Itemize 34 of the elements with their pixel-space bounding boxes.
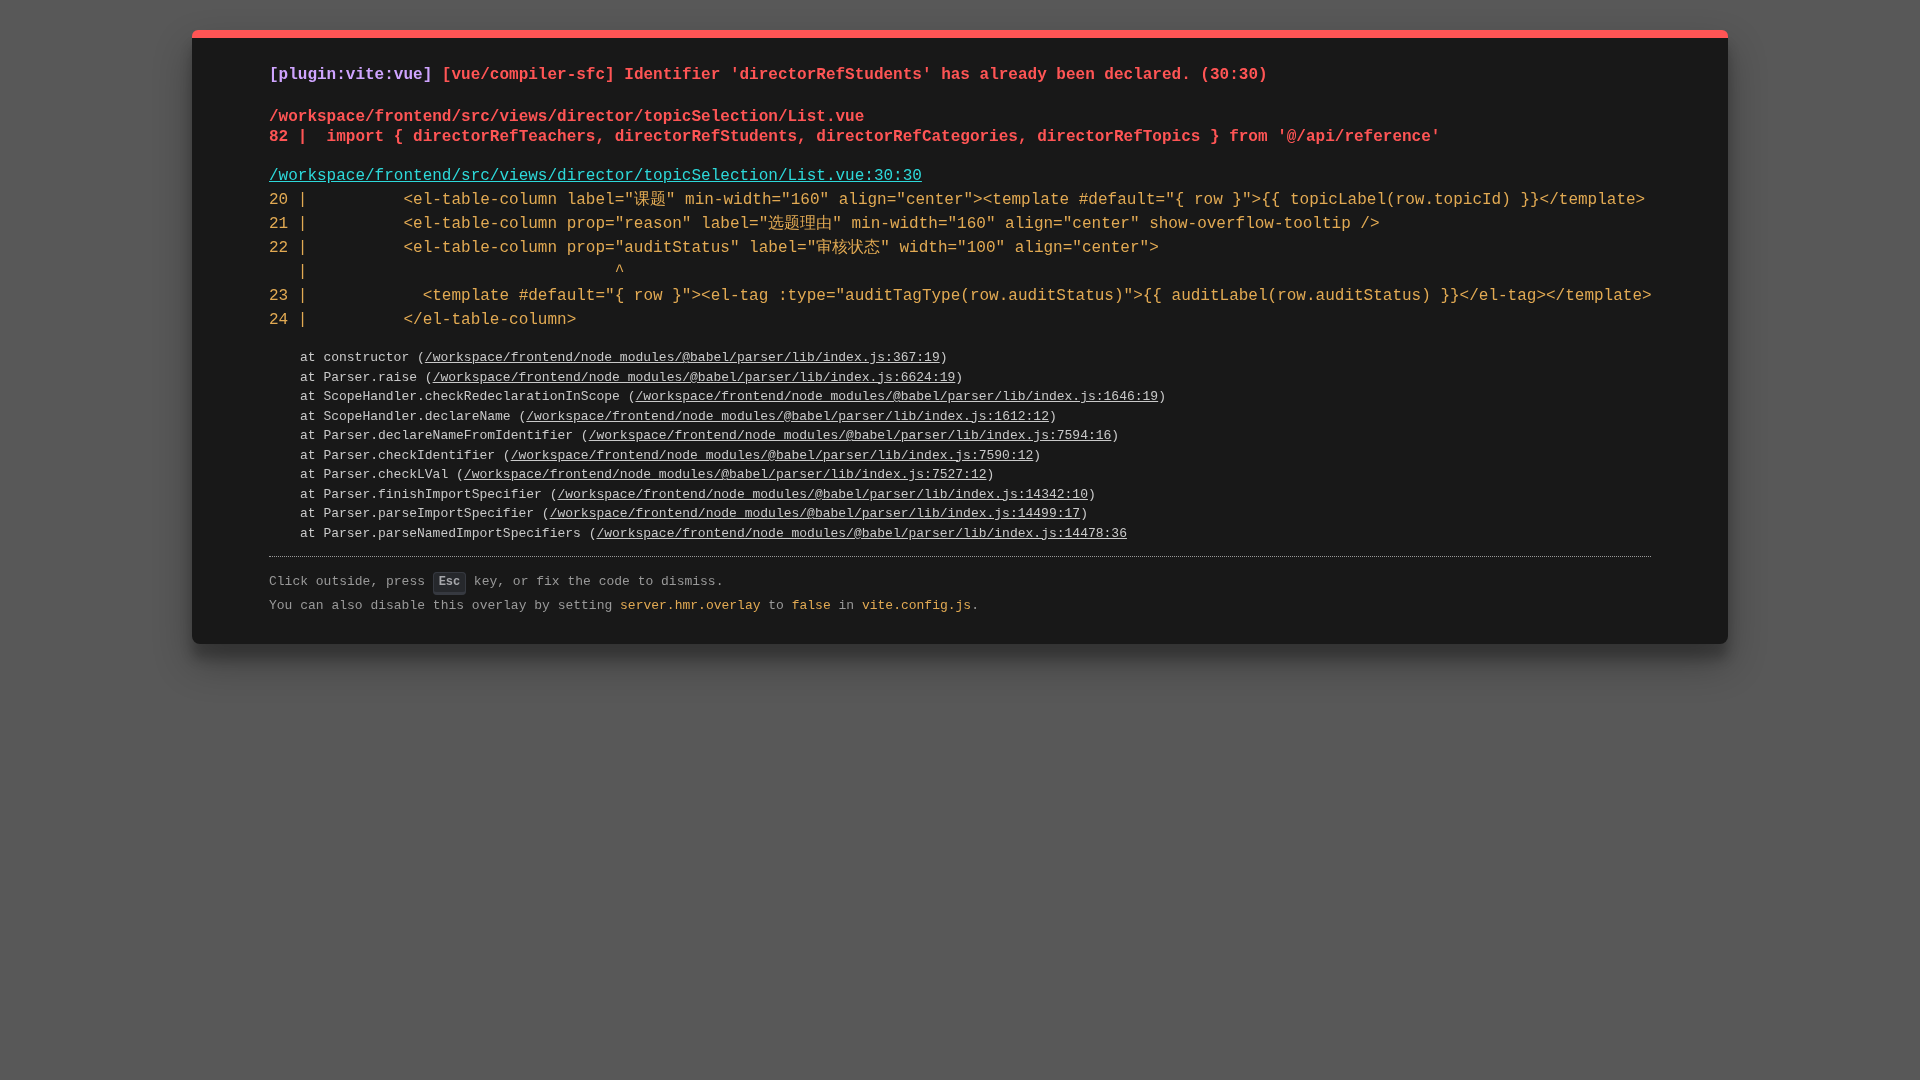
stack-link[interactable]: /workspace/frontend/node_modules/@babel/parser/lib/index.js:14478:36	[596, 525, 1127, 541]
code-line: 23 | <template #default="{ row }"><el-tag :type="auditTagType(row.auditStatus)">{{ auditLabel(row.auditStatus) }}</el-tag></template>	[269, 286, 1652, 308]
code-line: | ^	[296, 262, 625, 284]
code-line: 22 | <el-table-column prop="auditStatus" label="审核状态" width="100" align="center">	[269, 237, 1159, 260]
code-line: 24 | </el-table-column>	[269, 310, 577, 332]
stack-link[interactable]: /workspace/frontend/node_modules/@babel/parser/lib/index.js:7590:12	[510, 447, 1034, 463]
overlay-backdrop[interactable]	[0, 0, 1920, 1080]
stack-link[interactable]: /workspace/frontend/node_modules/@babel/parser/lib/index.js:7527:12	[463, 467, 987, 483]
stack-frame: at constructor (/workspace/frontend/node_modules/@babel/parser/lib/index.js:367:19)	[300, 348, 948, 368]
esc-key: Esc	[432, 571, 467, 595]
error-source-line: 82 | import { directorRefTeachers, directorRefStudents, directorRefCategories, directorRefTopics } from '@/api/reference'	[269, 127, 1441, 149]
code-line: 20 | <el-table-column label="课题" min-width="160" align="center"><template #default="{ row }">{{ topicLabel(row.topicId) }}</template>	[269, 190, 1646, 212]
stack-link[interactable]: /workspace/frontend/node_modules/@babel/parser/lib/index.js:14342:10	[557, 486, 1088, 502]
stack-frame: at Parser.checkIdentifier (/workspace/frontend/node_modules/@babel/parser/lib/index.js:7590:12)	[300, 445, 1042, 466]
tip-text: You can also disable this overlay by setting server.hmr.overlay to false in vite.config.js.	[269, 596, 979, 615]
tip-text: Click outside, press Esc key, or fix the code to dismiss.	[269, 570, 724, 594]
stack-link[interactable]: /workspace/frontend/node_modules/@babel/parser/lib/index.js:367:19	[424, 350, 940, 366]
stack-link[interactable]: /workspace/frontend/node_modules/@babel/parser/lib/index.js:6624:19	[432, 369, 956, 385]
stack-link[interactable]: /workspace/frontend/node_modules/@babel/parser/lib/index.js:14499:17	[549, 506, 1081, 522]
stack-frame: at Parser.parseNamedImportSpecifiers (/workspace/frontend/node_modules/@babel/parser/lib/index.js:14478:36	[300, 523, 1127, 544]
stack-link[interactable]: /workspace/frontend/node_modules/@babel/parser/lib/index.js:7594:16	[588, 428, 1112, 444]
error-message: [plugin:vite:vue] [vue/compiler-sfc] Identifier 'directorRefStudents' has already been declared. (30:30)	[269, 65, 1268, 86]
stack-frame: at Parser.checkLVal (/workspace/frontend/node_modules/@babel/parser/lib/index.js:7527:12)	[300, 465, 995, 485]
error-file-path: /workspace/frontend/src/views/director/topicSelection/List.vue	[269, 106, 865, 128]
stack-frame: at ScopeHandler.declareName (/workspace/frontend/node_modules/@babel/parser/lib/index.js:1612:12)	[300, 406, 1057, 427]
file-link[interactable]: /workspace/frontend/src/views/director/topicSelection/List.vue:30:30	[269, 167, 922, 186]
stack-link[interactable]: /workspace/frontend/node_modules/@babel/parser/lib/index.js:1612:12	[526, 408, 1049, 424]
stack-frame: at Parser.finishImportSpecifier (/workspace/frontend/node_modules/@babel/parser/lib/index.js:14342:10)	[300, 484, 1096, 505]
code-line: 21 | <el-table-column prop="reason" label="选题理由" min-width="160" align="center" show-overflow-tooltip />	[269, 214, 1380, 236]
stack-frame: at Parser.parseImportSpecifier (/workspace/frontend/node_modules/@babel/parser/lib/index.js:14499:17)	[300, 504, 1088, 524]
stack-link[interactable]: /workspace/frontend/node_modules/@babel/parser/lib/index.js:1646:19	[635, 389, 1159, 405]
stack-frame: at Parser.declareNameFromIdentifier (/workspace/frontend/node_modules/@babel/parser/lib/index.js:7594:16)	[300, 426, 1120, 446]
stack-frame: at Parser.raise (/workspace/frontend/node_modules/@babel/parser/lib/index.js:6624:19)	[300, 367, 964, 388]
stack-frame: at ScopeHandler.checkRedeclarationInScope (/workspace/frontend/node_modules/@babel/parser/lib/index.js:1646:19)	[300, 387, 1166, 407]
